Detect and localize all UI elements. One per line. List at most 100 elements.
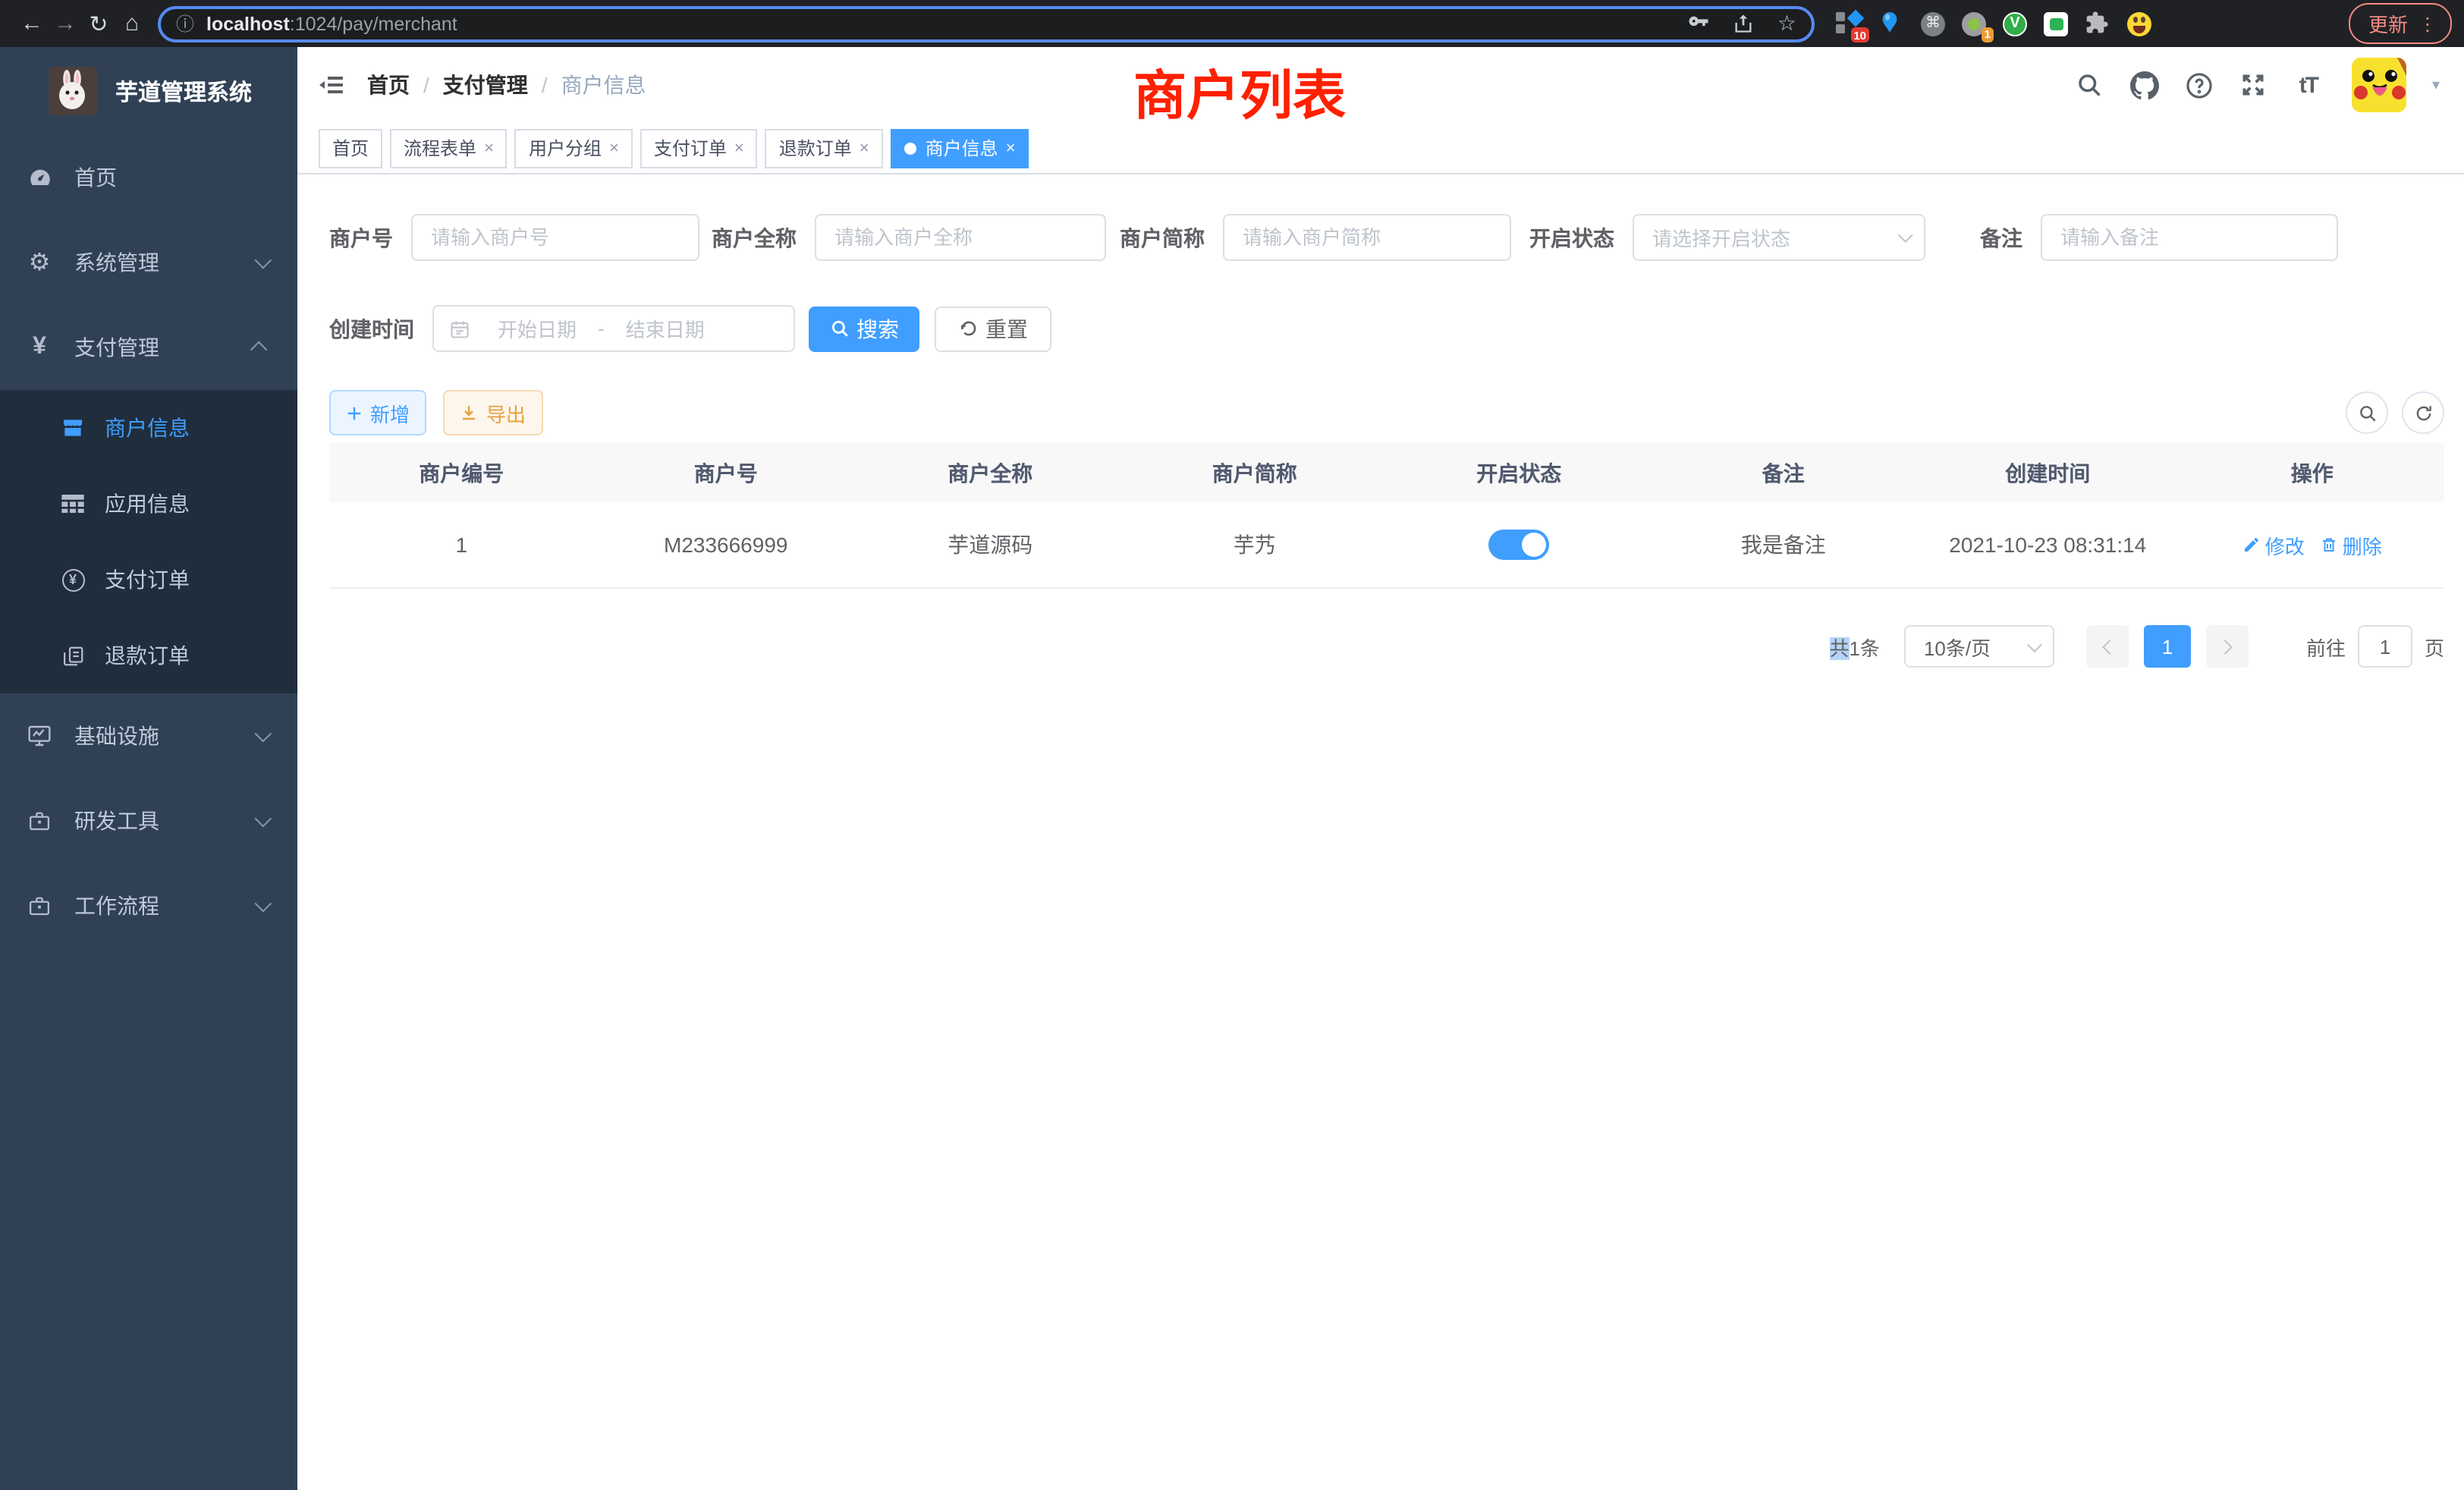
date-separator: - [598, 317, 605, 340]
browser-menu-icon[interactable]: ⋮ [2418, 13, 2437, 34]
tab-merchant-info[interactable]: 商户信息 × [891, 128, 1029, 168]
show-search-toggle-button[interactable] [2346, 391, 2388, 434]
cell-actions: 修改 删除 [2180, 530, 2445, 559]
profile-extension-icon[interactable]: 1 [1962, 11, 1986, 36]
emoji-extension-icon[interactable] [2127, 11, 2151, 36]
command-extension-icon[interactable]: ⌘ [1921, 11, 1945, 36]
address-bar[interactable]: ⓘ localhost:1024/pay/merchant ☆ [158, 5, 1815, 42]
status-toggle[interactable] [1488, 530, 1549, 560]
sidebar-item-refund-order[interactable]: 退款订单 [0, 618, 297, 693]
delete-link-label: 删除 [2343, 530, 2382, 559]
v-extension-icon[interactable]: V [2003, 11, 2027, 36]
close-icon[interactable]: × [860, 139, 869, 157]
font-size-icon[interactable]: tT [2294, 71, 2323, 99]
back-icon[interactable]: ← [15, 11, 49, 36]
tab-label: 商户信息 [926, 135, 998, 161]
sidebar-fold-icon[interactable] [319, 73, 343, 97]
sidebar-item-infrastructure[interactable]: 基础设施 [0, 693, 297, 778]
navbar: 首页 / 支付管理 / 商户信息 [297, 47, 2464, 123]
col-header-status: 开启状态 [1387, 457, 1652, 488]
add-button[interactable]: 新增 [329, 390, 426, 435]
dashboard-icon [26, 165, 53, 190]
sidebar-item-pay-order[interactable]: ¥ 支付订单 [0, 542, 297, 618]
current-page[interactable]: 1 [2144, 625, 2191, 668]
sidebar-item-dev-tools[interactable]: 研发工具 [0, 778, 297, 863]
extensions-puzzle-icon[interactable] [2085, 11, 2110, 36]
merchant-fullname-label: 商户全称 [712, 222, 815, 253]
remark-input[interactable] [2041, 214, 2338, 261]
avatar-caret-icon[interactable]: ▾ [2432, 77, 2440, 93]
profile-extension-badge: 1 [1982, 27, 1994, 42]
tab-pay-order[interactable]: 支付订单 × [640, 128, 758, 168]
site-info-icon[interactable]: ⓘ [176, 11, 194, 36]
close-icon[interactable]: × [609, 139, 619, 157]
tab-refund-order[interactable]: 退款订单× [765, 128, 883, 168]
status-select[interactable]: 请选择开启状态 [1633, 214, 1925, 261]
sidebar-item-system[interactable]: ⚙ 系统管理 [0, 220, 297, 305]
user-avatar[interactable] [2352, 58, 2406, 112]
app-logo[interactable]: 芋道管理系统 [0, 47, 297, 135]
sidebar-item-payment[interactable]: ¥ 支付管理 [0, 305, 297, 390]
chevron-down-icon [255, 810, 272, 828]
tab-home[interactable]: 首页 [319, 128, 382, 168]
reset-button[interactable]: 重置 [935, 306, 1051, 351]
start-date-placeholder: 开始日期 [479, 314, 595, 343]
pin-extension-icon[interactable] [1878, 11, 1904, 36]
merchant-shortname-input[interactable] [1223, 214, 1511, 261]
pagination: 共1条 10条/页 1 前往 页 [329, 625, 2444, 668]
delete-link[interactable]: 删除 [2320, 530, 2382, 559]
close-icon[interactable]: × [1006, 139, 1016, 157]
breadcrumb-separator: / [542, 73, 548, 97]
chevron-up-icon [250, 341, 268, 359]
next-page-button[interactable] [2206, 625, 2249, 668]
bookmark-star-icon[interactable]: ☆ [1777, 11, 1796, 36]
help-icon[interactable] [2185, 71, 2214, 99]
page-size-select[interactable]: 10条/页 [1904, 625, 2054, 668]
search-button-label: 搜索 [856, 313, 899, 344]
monitor-chart-icon [26, 724, 53, 748]
close-icon[interactable]: × [734, 139, 744, 157]
share-icon[interactable] [1733, 12, 1755, 35]
url-text: localhost:1024/pay/merchant [206, 13, 457, 34]
merchant-no-input[interactable] [411, 214, 699, 261]
github-icon[interactable] [2130, 71, 2159, 99]
storefront-icon [59, 416, 86, 440]
browser-update-button[interactable]: 更新 ⋮ [2349, 3, 2452, 44]
forward-icon[interactable]: → [49, 11, 82, 36]
tab-user-group[interactable]: 用户分组× [515, 128, 633, 168]
reload-icon[interactable]: ↻ [82, 10, 115, 37]
prev-page-button[interactable] [2086, 625, 2129, 668]
search-icon[interactable] [2076, 71, 2104, 99]
sidebar-item-workflow[interactable]: 工作流程 [0, 863, 297, 948]
apps-extension-icon[interactable]: 10 [1836, 11, 1862, 36]
merchant-no-label: 商户号 [329, 222, 411, 253]
export-button-label: 导出 [486, 398, 526, 427]
calendar-icon [449, 318, 470, 339]
yen-circle-icon: ¥ [59, 568, 86, 591]
tab-label: 支付订单 [654, 135, 727, 161]
refresh-table-button[interactable] [2402, 391, 2444, 434]
merchant-fullname-input[interactable] [815, 214, 1106, 261]
fullscreen-icon[interactable] [2239, 71, 2268, 99]
goto-page-input[interactable] [2358, 625, 2412, 668]
tab-process-form[interactable]: 流程表单× [390, 128, 508, 168]
home-icon[interactable]: ⌂ [115, 11, 149, 36]
sidebar-item-merchant-info[interactable]: 商户信息 [0, 390, 297, 466]
col-header-actions: 操作 [2180, 457, 2445, 488]
chat-extension-icon[interactable] [2044, 11, 2068, 36]
close-icon[interactable]: × [484, 139, 494, 157]
status-select-placeholder: 请选择开启状态 [1652, 223, 1790, 252]
sidebar-item-home[interactable]: 首页 [0, 135, 297, 220]
edit-link[interactable]: 修改 [2242, 530, 2305, 559]
breadcrumb-home[interactable]: 首页 [367, 70, 410, 100]
update-label: 更新 [2368, 9, 2408, 38]
breadcrumb-payment[interactable]: 支付管理 [443, 70, 528, 100]
search-button[interactable]: 搜索 [809, 306, 919, 351]
export-button[interactable]: 导出 [443, 390, 543, 435]
merchant-table: 商户编号 商户号 商户全称 商户简称 开启状态 备注 创建时间 操作 1 M23… [329, 443, 2444, 589]
browser-chrome: ← → ↻ ⌂ ⓘ localhost:1024/pay/merchant ☆ … [0, 0, 2464, 47]
sidebar: 芋道管理系统 首页 ⚙ 系统管理 ¥ 支付管理 [0, 47, 297, 1490]
date-range-picker[interactable]: 开始日期 - 结束日期 [432, 305, 795, 352]
sidebar-item-app-info[interactable]: 应用信息 [0, 466, 297, 542]
password-key-icon[interactable] [1688, 12, 1711, 35]
